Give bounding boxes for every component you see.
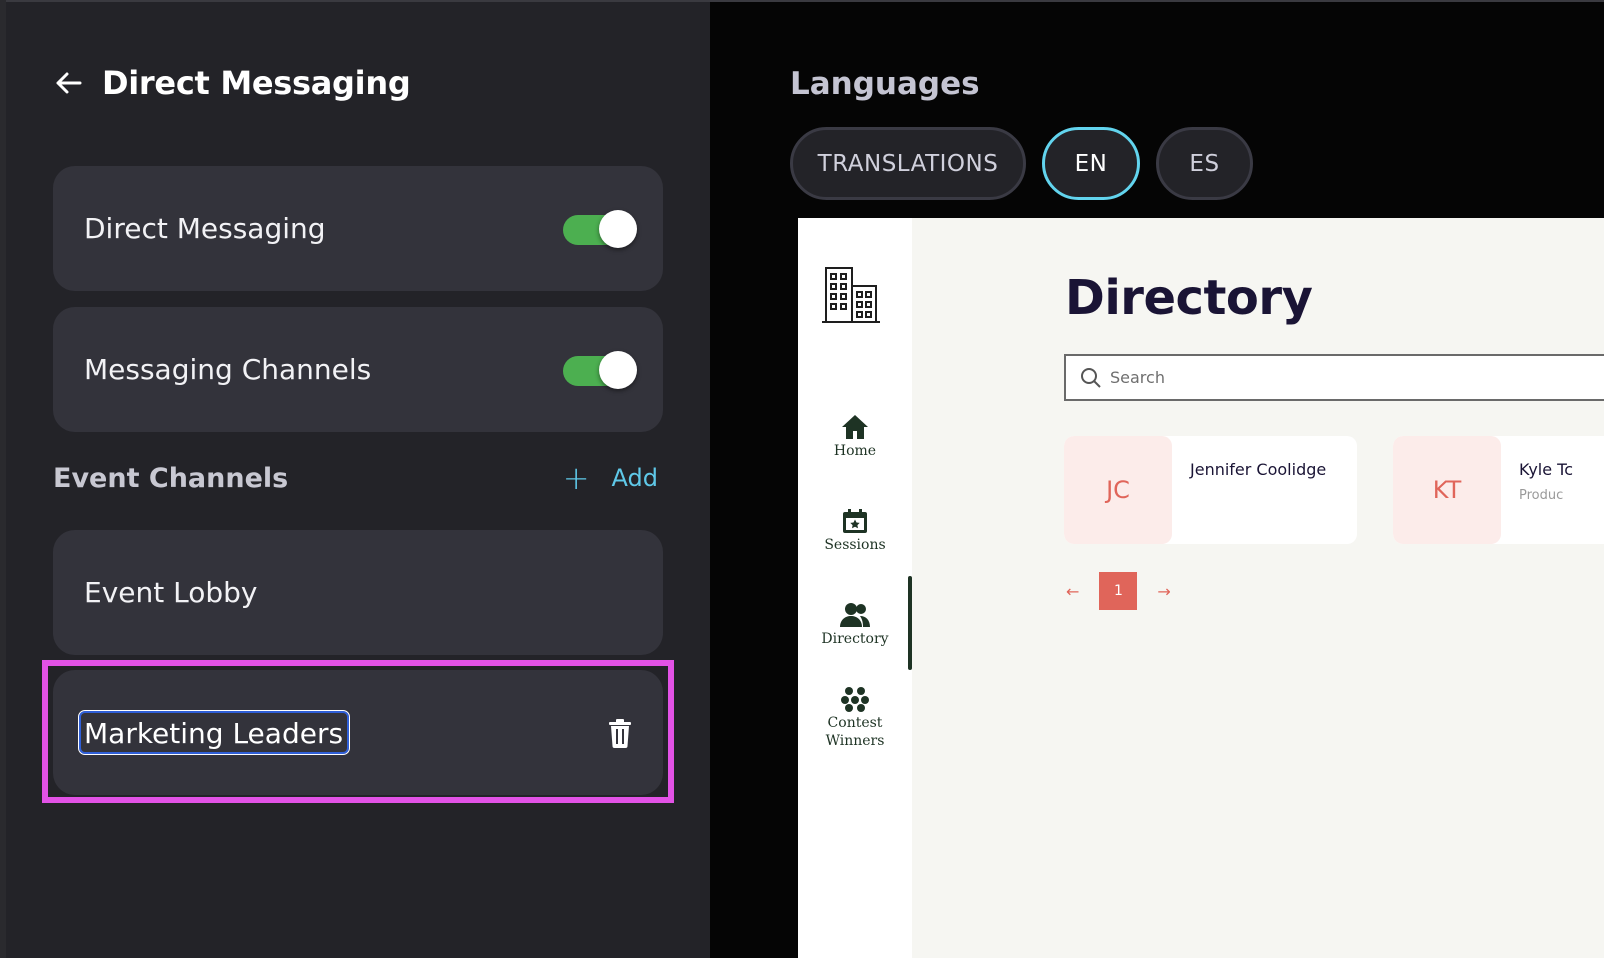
dots-cluster-icon <box>841 687 869 712</box>
avatar: KT <box>1393 436 1501 544</box>
active-nav-indicator <box>908 576 912 670</box>
back-arrow-icon[interactable] <box>54 68 84 98</box>
app-window: Direct Messaging Direct Messaging Messag… <box>0 0 1604 958</box>
toggle-knob <box>599 209 637 248</box>
panel-title: Direct Messaging <box>102 64 411 102</box>
languages-title: Languages <box>790 66 980 102</box>
calendar-star-icon <box>843 509 867 533</box>
person-name: Kyle Tc <box>1519 460 1574 479</box>
channel-item[interactable]: Event Lobby <box>53 530 663 655</box>
language-es-button[interactable]: ES <box>1156 127 1253 200</box>
add-label: Add <box>611 464 658 492</box>
setting-label: Direct Messaging <box>84 212 326 245</box>
channel-name: Event Lobby <box>84 576 258 609</box>
settings-panel: Direct Messaging Direct Messaging Messag… <box>6 2 710 958</box>
directory-search-input[interactable]: Search <box>1064 354 1604 401</box>
nav-label: Home <box>833 443 877 459</box>
nav-label: Sessions <box>824 537 886 553</box>
person-title: Produc <box>1519 488 1564 503</box>
add-channel-button[interactable]: + Add <box>563 462 658 494</box>
nav-directory[interactable]: Directory <box>798 602 912 648</box>
page-number-button[interactable]: 1 <box>1099 572 1138 610</box>
person-name: Jennifer Coolidge <box>1190 460 1327 479</box>
app-preview: Home Sessions Directory Contest Winners … <box>798 218 1604 958</box>
direct-messaging-setting: Direct Messaging <box>53 166 663 291</box>
person-card[interactable]: KT Kyle Tc Produc <box>1393 436 1604 544</box>
people-icon <box>840 603 870 627</box>
next-page-arrow-icon[interactable]: → <box>1157 582 1170 601</box>
toggle-knob <box>599 350 637 389</box>
person-card[interactable]: JC Jennifer Coolidge <box>1064 436 1357 544</box>
setting-label: Messaging Channels <box>84 353 372 386</box>
directory-title: Directory <box>1065 270 1313 326</box>
nav-contest-winners[interactable]: Contest Winners <box>798 686 912 750</box>
event-channels-title: Event Channels <box>53 462 289 494</box>
nav-home[interactable]: Home <box>798 414 912 460</box>
preview-panel: Languages TRANSLATIONS EN ES Home Sessio… <box>710 2 1604 958</box>
translations-button[interactable]: TRANSLATIONS <box>790 127 1026 200</box>
selection-highlight <box>42 660 674 803</box>
avatar: JC <box>1064 436 1172 544</box>
nav-label: Contest Winners <box>825 715 885 749</box>
search-icon <box>1081 367 1101 388</box>
pagination: ← 1 → <box>1066 572 1171 610</box>
nav-label: Directory <box>821 631 889 647</box>
search-placeholder: Search <box>1110 368 1165 387</box>
direct-messaging-toggle[interactable] <box>563 209 637 248</box>
panel-header: Direct Messaging <box>54 64 411 102</box>
building-logo-icon <box>822 267 880 323</box>
nav-sessions[interactable]: Sessions <box>798 508 912 554</box>
plus-icon: + <box>562 459 590 497</box>
preview-sidebar: Home Sessions Directory Contest Winners <box>798 218 912 958</box>
language-en-button[interactable]: EN <box>1042 127 1140 200</box>
home-icon <box>842 415 868 439</box>
event-channels-header: Event Channels + Add <box>53 462 663 494</box>
messaging-channels-setting: Messaging Channels <box>53 307 663 432</box>
messaging-channels-toggle[interactable] <box>563 350 637 389</box>
prev-page-arrow-icon[interactable]: ← <box>1066 582 1079 601</box>
